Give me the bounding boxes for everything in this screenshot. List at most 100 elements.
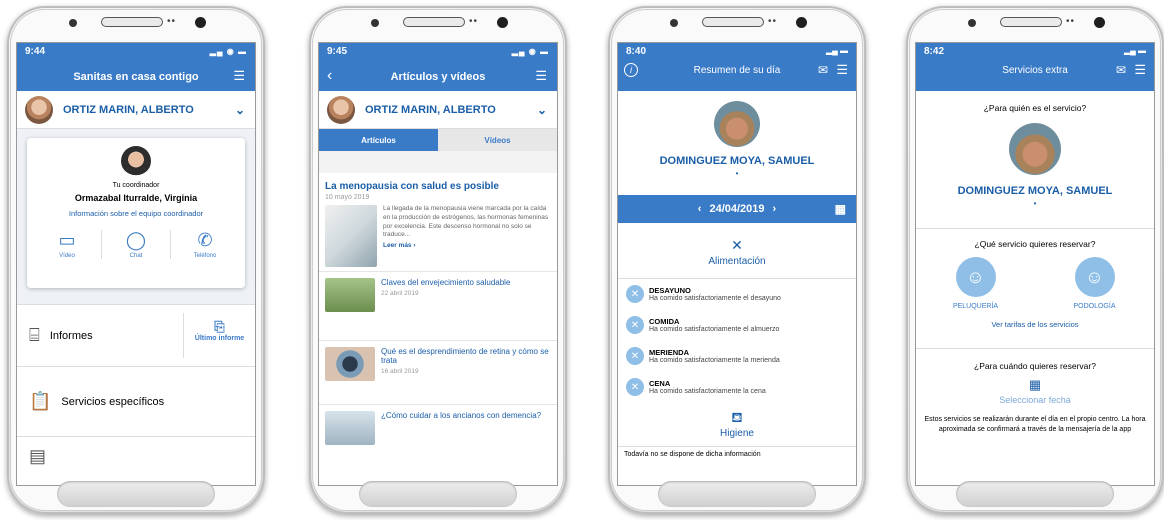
what-section: ¿Qué servicio quieres reservar? ☺ PELUQUE…	[916, 229, 1154, 349]
meal-item: ✕ CENA Ha comido satisfactoriamente la cen…	[618, 372, 856, 403]
read-more-link[interactable]: Leer más ›	[383, 242, 551, 251]
hygiene-section: ⛾ Higiene	[618, 403, 856, 447]
camera	[69, 19, 77, 27]
header: 8:40 i Resumen de su día ✉ ☰ ▂▄ ▬	[618, 43, 856, 91]
phone-1: •• 9:44 ▂▄ ◉ ▬ Sanitas en casa contigo ☰ O…	[7, 6, 265, 514]
avatar	[714, 101, 760, 147]
mail-icon[interactable]: ✉	[1116, 63, 1126, 77]
home-button[interactable]	[658, 481, 816, 507]
article-title: Claves del envejecimiento saludable	[381, 278, 511, 287]
user-selector[interactable]: ORTIZ MARIN, ALBERTO ⌄	[319, 91, 557, 129]
calendar-icon[interactable]: ▦	[922, 377, 1148, 393]
featured-date: 10 mayo 2019	[325, 194, 370, 201]
cutlery-icon: ✕	[731, 237, 743, 253]
screen-articles: 9:45 ▂▄ ◉ ▬ ‹ Artículos y vídeos ☰ ORTIZ MA…	[318, 42, 558, 486]
team-info-link[interactable]: Información sobre el equipo coordinador	[33, 209, 239, 218]
page-title: Sanitas en casa contigo	[73, 71, 199, 83]
coordinator-avatar	[121, 146, 151, 176]
featured-article[interactable]: La menopausia con salud es posible 10 ma…	[319, 173, 557, 271]
hairdresser-option[interactable]: ☺ PELUQUERÍA	[916, 257, 1035, 310]
meal-item: ✕ MERIENDA Ha comido satisfactoriamente la…	[618, 341, 856, 372]
article-item[interactable]: Claves del envejecimiento saludable 22 ab…	[319, 271, 557, 341]
phone-button[interactable]: ✆ Teléfono	[171, 230, 239, 259]
select-date-button[interactable]: Seleccionar fecha	[922, 395, 1148, 405]
date-selector: ‹ 24/04/2019 › ▦	[618, 195, 856, 223]
signal-icon: ▂▄ ◉ ▬	[209, 47, 247, 56]
who-section: ¿Para quién es el servicio? DOMINGUEZ MO…	[916, 91, 1154, 229]
video-button[interactable]: ▭ Vídeo	[33, 230, 102, 259]
food-section: ✕ Alimentación	[618, 223, 856, 279]
header: 8:42 Servicios extra ✉ ☰ ▂▄ ▬	[916, 43, 1154, 91]
meal-list: ✕ DESAYUNO Ha comido satisfactoriamente el…	[618, 279, 856, 403]
status-time: 8:40	[626, 46, 647, 57]
back-icon[interactable]: ‹	[327, 67, 332, 85]
featured-text: La llegada de la menopausia viene marcad…	[383, 205, 549, 239]
services-label: Servicios específicos	[61, 395, 165, 408]
services-row[interactable]: 📋 Servicios específicos	[17, 366, 255, 436]
profile: DOMINGUEZ MOYA, SAMUEL •	[618, 91, 856, 195]
signal-icon: ▂▄ ▬	[1123, 46, 1146, 55]
service-note: Estos servicios se realizarán durante el…	[924, 416, 1146, 433]
inbox-icon: ⌸	[29, 325, 40, 345]
avatar	[25, 95, 53, 124]
nav-bar: Sanitas en casa contigo ☰	[17, 63, 255, 91]
when-question: ¿Para cuándo quieres reservar?	[974, 361, 1096, 371]
meal-item: ✕ DESAYUNO Ha comido satisfactoriamente el…	[618, 279, 856, 310]
home-button[interactable]	[359, 481, 517, 507]
status-time: 8:42	[924, 46, 945, 57]
tab-articles[interactable]: Artículos	[319, 129, 438, 151]
chevron-down-icon[interactable]: ⌄	[537, 103, 547, 117]
menu-icon[interactable]: ☰	[836, 62, 848, 78]
article-title: Qué es el desprendimiento de retina y có…	[381, 347, 549, 365]
doctor-image	[325, 205, 377, 267]
cutlery-icon: ✕	[626, 316, 644, 334]
sink-icon: ⛾	[731, 409, 743, 425]
next-row[interactable]: ▤	[17, 436, 255, 476]
user-name: ORTIZ MARIN, ALBERTO	[365, 103, 496, 116]
podiatry-option[interactable]: ☺ PODOLOGÍA	[1035, 257, 1154, 310]
mail-icon[interactable]: ✉	[818, 63, 828, 77]
tab-videos[interactable]: Vídeos	[438, 129, 557, 151]
calendar-icon[interactable]: ▦	[835, 202, 846, 216]
prev-day-button[interactable]: ‹	[698, 203, 702, 215]
menu-icon[interactable]: ☰	[233, 69, 245, 82]
signal-icon: ▂▄ ◉ ▬	[511, 47, 549, 56]
page-title: Artículos y vídeos	[390, 71, 486, 83]
food-title: Alimentación	[708, 256, 766, 267]
chat-button[interactable]: ◯ Chat	[102, 230, 171, 259]
article-thumb	[325, 278, 375, 312]
phone-3: •• 8:40 i Resumen de su día ✉ ☰ ▂▄ ▬ DOM…	[608, 6, 866, 514]
podiatry-icon: ☺	[1074, 257, 1115, 297]
signal-icon: ▂▄ ▬	[825, 46, 848, 55]
rates-link[interactable]: Ver tarifas de los servicios	[916, 320, 1154, 329]
chevron-down-icon[interactable]: ⌄	[235, 103, 245, 117]
home-button[interactable]	[956, 481, 1114, 507]
coordinator-card: Tu coordinador Ormazabal Iturralde, Virg…	[27, 138, 245, 288]
next-day-button[interactable]: ›	[773, 203, 777, 215]
chat-icon: ◯	[125, 230, 147, 250]
reports-row[interactable]: ⌸ Informes ⎘ Último informe	[17, 304, 255, 366]
cutlery-icon: ✕	[626, 347, 644, 365]
user-name: ORTIZ MARIN, ALBERTO	[63, 103, 194, 116]
current-date: 24/04/2019	[709, 203, 765, 215]
phone-icon: ✆	[197, 230, 213, 250]
article-thumb	[325, 347, 375, 381]
when-section: ¿Para cuándo quieres reservar? ▦ Selecci…	[916, 349, 1154, 435]
coordinator-label: Tu coordinador	[112, 182, 160, 189]
nav-bar: ‹ Artículos y vídeos ☰	[319, 63, 557, 91]
last-report-button[interactable]: ⎘ Último informe	[183, 313, 255, 358]
speaker	[101, 17, 163, 27]
article-item[interactable]: ¿Cómo cuidar a los ancianos con demencia…	[319, 405, 557, 445]
status-time: 9:44	[25, 46, 46, 57]
article-date: 16 abril 2019	[381, 368, 419, 375]
menu-icon[interactable]: ☰	[535, 69, 547, 82]
screen-extra-services: 8:42 Servicios extra ✉ ☰ ▂▄ ▬ ¿Para quié…	[915, 42, 1155, 486]
home-button[interactable]	[57, 481, 215, 507]
avatar[interactable]	[1009, 123, 1061, 175]
user-selector[interactable]: ORTIZ MARIN, ALBERTO ⌄	[17, 91, 255, 129]
menu-icon[interactable]: ☰	[1134, 62, 1146, 78]
status-time: 9:45	[327, 46, 348, 57]
article-item[interactable]: Qué es el desprendimiento de retina y có…	[319, 341, 557, 405]
who-question: ¿Para quién es el servicio?	[983, 103, 1087, 113]
avatar	[327, 95, 355, 124]
